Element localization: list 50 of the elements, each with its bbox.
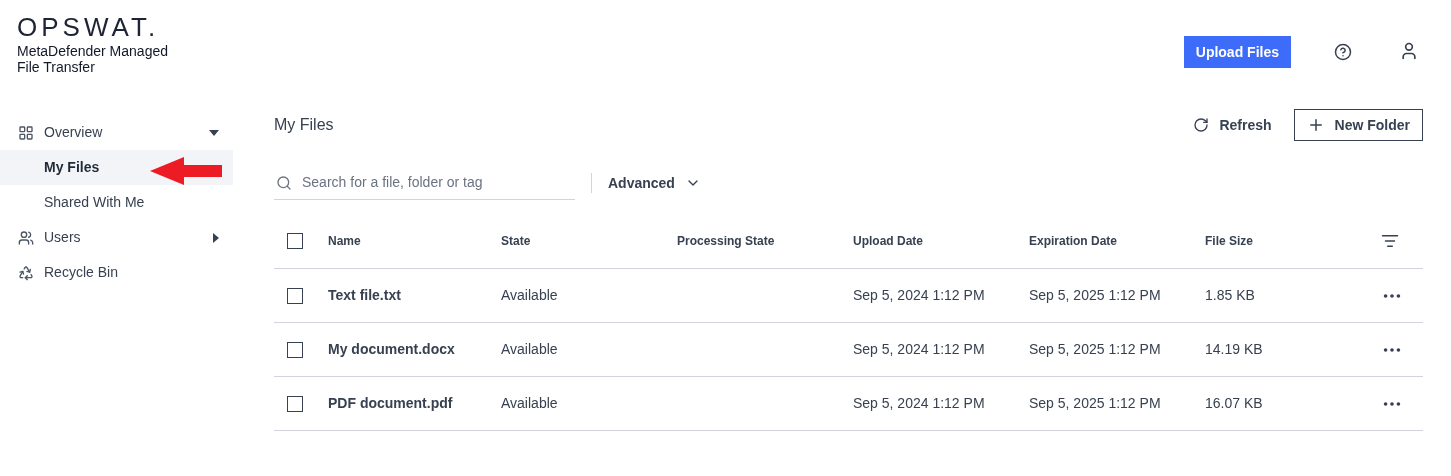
- table-cell-text: 16.07 KB: [1205, 394, 1264, 413]
- search-field[interactable]: Search for a file, folder or tag: [302, 172, 575, 193]
- sidebar-label: Overview: [44, 123, 104, 142]
- upload-files-button[interactable]: Upload Files: [1183, 36, 1291, 68]
- page-title: My Files: [274, 115, 335, 135]
- column-header[interactable]: Expiration Date: [1029, 232, 1205, 250]
- checkbox[interactable]: [287, 233, 303, 249]
- caret-right-icon[interactable]: [213, 232, 219, 243]
- new-folder-button[interactable]: New Folder: [1293, 109, 1423, 141]
- search-icon: [276, 174, 292, 191]
- users-icon: [18, 229, 34, 246]
- column-header[interactable]: State: [501, 232, 677, 250]
- sidebar-item[interactable]: Overview: [0, 115, 233, 150]
- recycle-icon: [18, 264, 34, 281]
- table-cell-text: Text file.txt: [328, 286, 402, 305]
- sidebar-label: Recycle Bin: [44, 263, 119, 282]
- column-header[interactable]: File Size: [1205, 232, 1363, 250]
- product-name: MetaDefender Managed File Transfer: [17, 43, 169, 75]
- advanced-dropdown[interactable]: Advanced: [608, 172, 701, 194]
- help-icon[interactable]: [1334, 43, 1352, 61]
- checkbox[interactable]: [287, 395, 303, 412]
- table-cell-text: Available: [501, 340, 559, 359]
- logo: OPSWAT.: [17, 14, 161, 40]
- table-cell-text: Sep 5, 2024 1:12 PM: [853, 286, 986, 305]
- column-header[interactable]: Upload Date: [853, 232, 1029, 250]
- table-cell-text: Sep 5, 2024 1:12 PM: [853, 340, 986, 359]
- sidebar-item[interactable]: Recycle Bin: [0, 255, 233, 290]
- checkbox[interactable]: [287, 287, 303, 304]
- table-cell-text: Available: [501, 286, 559, 305]
- column-header[interactable]: Processing State: [677, 232, 853, 250]
- table-cell-text: 1.85 KB: [1205, 286, 1256, 305]
- column-header[interactable]: Name: [328, 232, 501, 250]
- refresh-icon: [1193, 117, 1210, 133]
- checkbox[interactable]: [287, 341, 303, 358]
- table-cell-text: PDF document.pdf: [328, 394, 454, 413]
- table-cell-text: Sep 5, 2025 1:12 PM: [1029, 286, 1162, 305]
- caret-down-icon[interactable]: [209, 129, 219, 136]
- refresh-button[interactable]: Refresh: [1193, 114, 1272, 136]
- table-cell-text: Available: [501, 394, 559, 413]
- grid-icon: [18, 124, 34, 141]
- user-icon[interactable]: [1399, 41, 1419, 61]
- sidebar-label: Users: [44, 228, 82, 247]
- table-cell-text: Sep 5, 2025 1:12 PM: [1029, 340, 1162, 359]
- table-cell-text: My document.docx: [328, 340, 456, 359]
- sidebar-item[interactable]: Shared With Me: [0, 185, 233, 220]
- table-cell-text: Sep 5, 2025 1:12 PM: [1029, 394, 1162, 413]
- table-cell-text: Sep 5, 2024 1:12 PM: [853, 394, 986, 413]
- filter-icon[interactable]: [1381, 232, 1399, 250]
- table-cell-text: 14.19 KB: [1205, 340, 1264, 359]
- sidebar-item[interactable]: Users: [0, 220, 233, 255]
